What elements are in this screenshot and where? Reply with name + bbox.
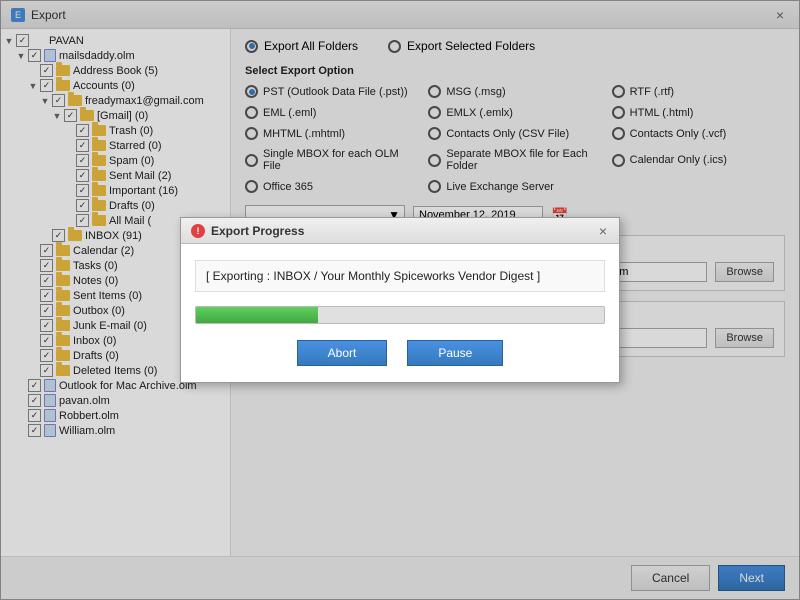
export-message: [ Exporting : INBOX / Your Monthly Spice… — [195, 260, 605, 292]
modal-buttons: Abort Pause — [195, 340, 605, 366]
modal-content: [ Exporting : INBOX / Your Monthly Spice… — [181, 244, 619, 382]
progress-bar-fill — [196, 307, 318, 323]
modal-title: Export Progress — [211, 224, 304, 238]
progress-bar-background — [195, 306, 605, 324]
pause-button[interactable]: Pause — [407, 340, 503, 366]
modal-title-left: ! Export Progress — [191, 224, 304, 238]
modal-close-button[interactable]: × — [597, 223, 609, 239]
export-progress-modal: ! Export Progress × [ Exporting : INBOX … — [180, 217, 620, 383]
modal-title-bar: ! Export Progress × — [181, 218, 619, 244]
modal-overlay: ! Export Progress × [ Exporting : INBOX … — [0, 0, 800, 600]
modal-icon: ! — [191, 224, 205, 238]
abort-button[interactable]: Abort — [297, 340, 388, 366]
